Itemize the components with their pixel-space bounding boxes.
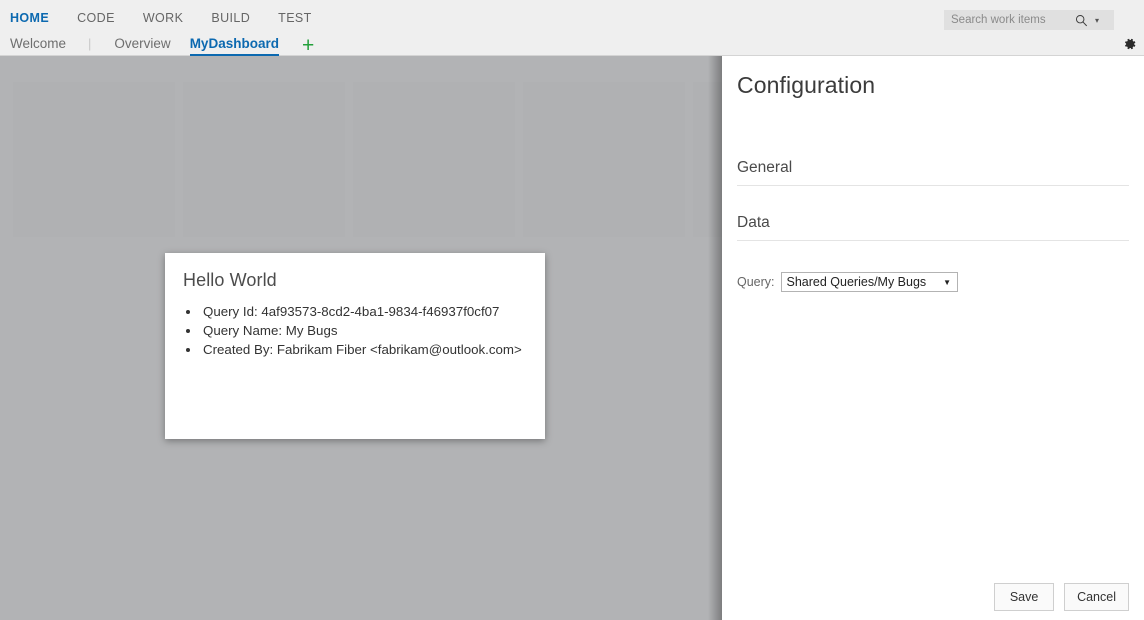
hello-world-widget[interactable]: Hello World Query Id: 4af93573-8cd2-4ba1… (165, 253, 545, 439)
save-button[interactable]: Save (994, 583, 1054, 611)
query-field-row: Query: Shared Queries/My Bugs ▼ (737, 272, 958, 292)
dashboard-tile-placeholder (183, 82, 345, 237)
gear-icon[interactable] (1120, 35, 1138, 53)
dashboard-tile-placeholder (693, 82, 722, 237)
tab-mydashboard[interactable]: MyDashboard (190, 36, 279, 56)
section-header-general: General (737, 159, 1129, 186)
hub-item-build[interactable]: BUILD (211, 11, 266, 25)
add-dashboard-icon[interactable]: + (302, 39, 314, 56)
hub-item-code[interactable]: CODE (77, 11, 131, 25)
chevron-down-icon: ▼ (943, 278, 953, 287)
top-header: HOME CODE WORK BUILD TEST Welcome | Over… (0, 0, 1144, 56)
hub-navigation: HOME CODE WORK BUILD TEST (10, 11, 340, 25)
query-field-label: Query: (737, 275, 775, 289)
dashboard-tile-placeholder (353, 82, 515, 237)
widget-detail-list: Query Id: 4af93573-8cd2-4ba1-9834-f46937… (165, 302, 545, 359)
dashboard-tabs: Welcome | Overview MyDashboard + (10, 33, 314, 56)
search-box[interactable]: ▾ (944, 10, 1114, 30)
tab-overview[interactable]: Overview (114, 36, 170, 56)
page-title: Configuration (737, 72, 875, 99)
list-item: Query Name: My Bugs (201, 321, 545, 340)
search-input[interactable] (944, 11, 1071, 29)
configuration-panel: Configuration General Data Query: Shared… (722, 56, 1144, 620)
search-icon[interactable] (1073, 12, 1089, 28)
section-header-data: Data (737, 214, 1129, 241)
query-select-value: Shared Queries/My Bugs (787, 275, 927, 289)
hub-item-home[interactable]: HOME (10, 11, 65, 25)
panel-actions: Save Cancel (994, 583, 1129, 611)
cancel-button[interactable]: Cancel (1064, 583, 1129, 611)
dashboard-surface: Hello World Query Id: 4af93573-8cd2-4ba1… (0, 56, 722, 620)
tab-welcome[interactable]: Welcome (10, 36, 66, 56)
widget-title: Hello World (165, 253, 545, 291)
tab-separator: | (88, 36, 91, 56)
dashboard-tile-placeholder (13, 82, 175, 237)
list-item: Created By: Fabrikam Fiber <fabrikam@out… (201, 340, 545, 359)
dashboard-tile-placeholder (523, 82, 685, 237)
search-scope-chevron-down-icon[interactable]: ▾ (1091, 16, 1103, 25)
list-item: Query Id: 4af93573-8cd2-4ba1-9834-f46937… (201, 302, 545, 321)
hub-item-test[interactable]: TEST (278, 11, 328, 25)
query-select[interactable]: Shared Queries/My Bugs ▼ (781, 272, 959, 292)
hub-item-work[interactable]: WORK (143, 11, 200, 25)
